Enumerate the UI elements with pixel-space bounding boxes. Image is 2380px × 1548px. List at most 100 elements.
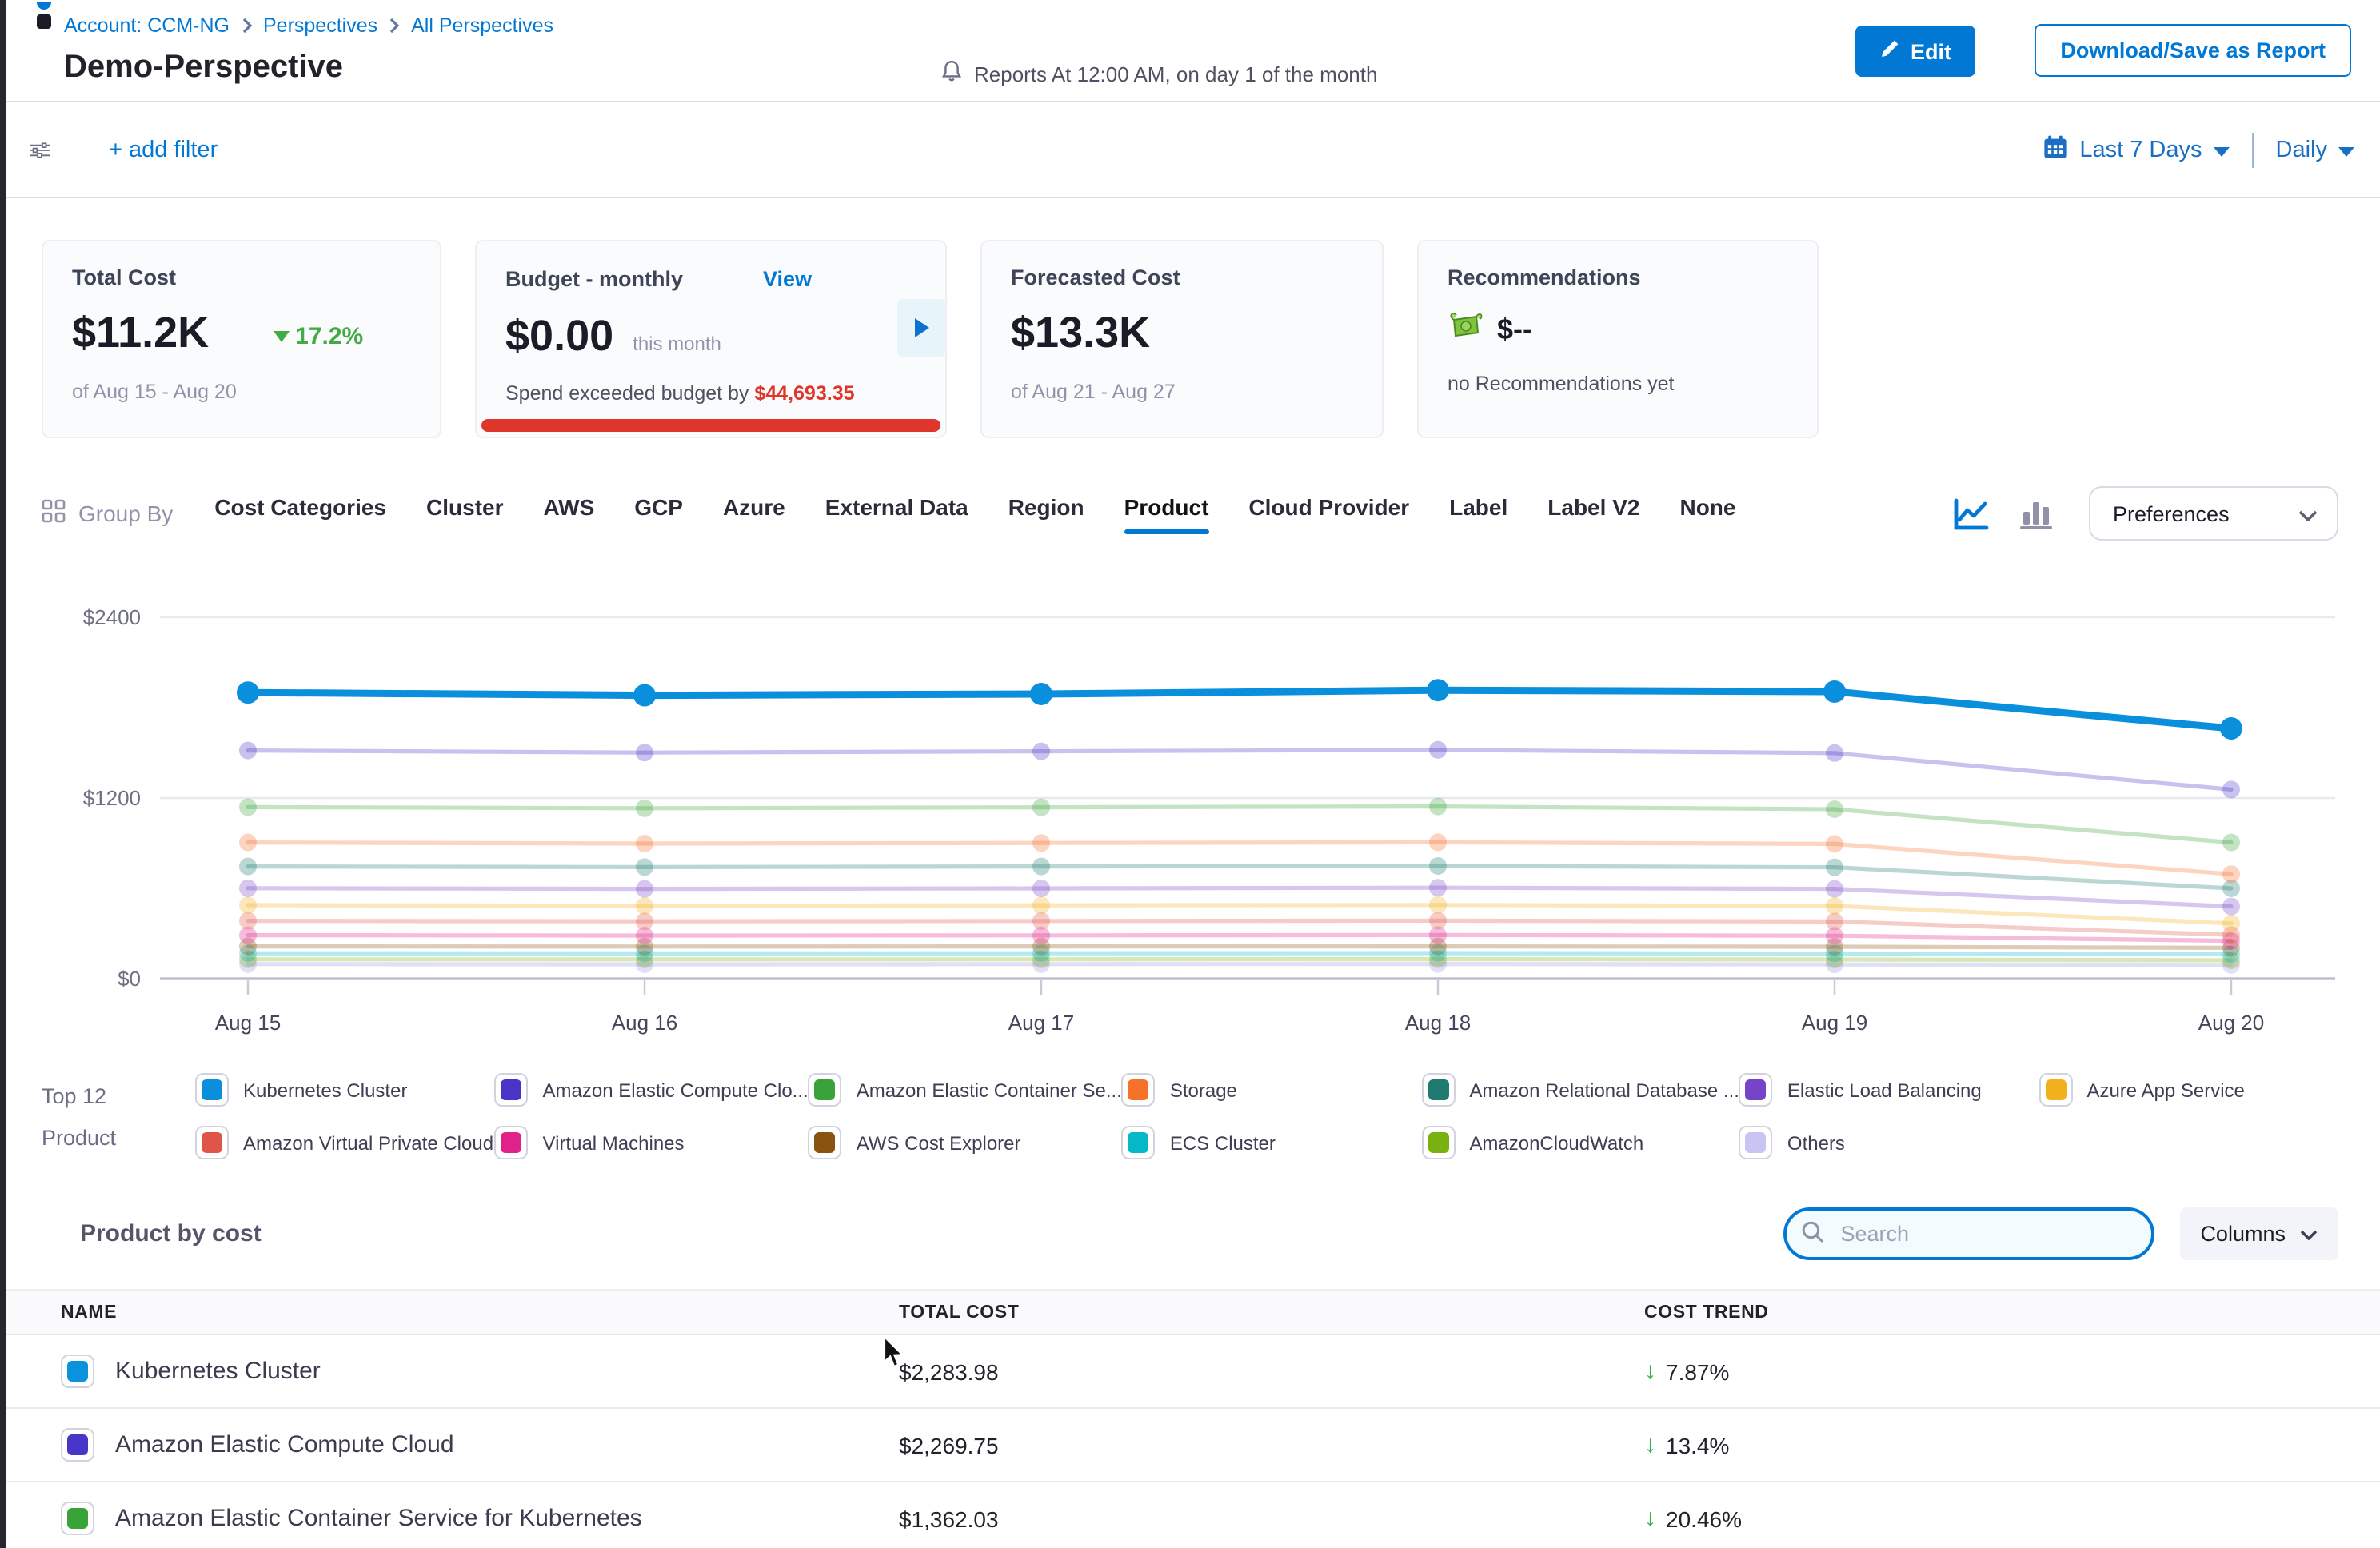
series-point-amazon-elastic-compute-cloud[interactable]	[2222, 780, 2240, 798]
series-point-elastic-load-balancing[interactable]	[239, 880, 257, 897]
series-point-azure-app-service[interactable]	[1429, 896, 1447, 914]
series-point-kubernetes-cluster[interactable]	[1030, 683, 1052, 705]
series-point-elastic-load-balancing[interactable]	[1429, 879, 1447, 896]
budget-expand-button[interactable]	[897, 299, 945, 357]
legend-item-amazon-elastic-container-se[interactable]: Amazon Elastic Container Se...	[809, 1073, 1122, 1107]
series-point-amazon-elastic-container-service-for-kubernetes[interactable]	[2222, 834, 2240, 852]
tab-aws[interactable]: AWS	[543, 493, 594, 533]
series-point-elastic-load-balancing[interactable]	[1826, 880, 1843, 898]
series-point-azure-app-service[interactable]	[239, 896, 257, 914]
series-point-amazon-relational-database-service[interactable]	[1429, 857, 1447, 875]
series-point-amazon-elastic-container-service-for-kubernetes[interactable]	[636, 800, 653, 817]
tab-cluster[interactable]: Cluster	[426, 493, 503, 533]
series-point-kubernetes-cluster[interactable]	[633, 684, 656, 707]
legend-item-others[interactable]: Others	[1739, 1126, 2039, 1159]
legend-item-aws-cost-explorer[interactable]: AWS Cost Explorer	[809, 1126, 1122, 1159]
series-point-amazon-elastic-compute-cloud[interactable]	[1826, 744, 1843, 762]
series-point-amazon-elastic-compute-cloud[interactable]	[1032, 743, 1050, 760]
x-tick-label: Aug 16	[612, 1011, 677, 1035]
search-input[interactable]	[1783, 1207, 2154, 1260]
tab-gcp[interactable]: GCP	[634, 493, 683, 533]
tab-product[interactable]: Product	[1124, 493, 1209, 533]
table-body: Kubernetes Cluster$2,283.98↓7.87%Amazon …	[0, 1335, 2380, 1548]
legend-item-elastic-load-balancing[interactable]: Elastic Load Balancing	[1739, 1073, 2039, 1107]
series-point-amazon-elastic-compute-cloud[interactable]	[636, 744, 653, 761]
series-point-amazon-virtual-private-cloud[interactable]	[1429, 912, 1447, 929]
legend-item-amazoncloudwatch[interactable]: AmazonCloudWatch	[1421, 1126, 1739, 1159]
legend-item-amazon-elastic-compute-clo[interactable]: Amazon Elastic Compute Clo...	[495, 1073, 809, 1107]
preferences-dropdown[interactable]: Preferences	[2089, 486, 2338, 541]
series-point-amazon-virtual-private-cloud[interactable]	[239, 912, 257, 930]
legend-item-virtual-machines[interactable]: Virtual Machines	[495, 1126, 809, 1159]
tab-region[interactable]: Region	[1008, 493, 1084, 533]
series-point-azure-app-service[interactable]	[636, 897, 653, 915]
download-button-label: Download/Save as Report	[2060, 38, 2326, 62]
add-filter-button[interactable]: + add filter	[99, 135, 227, 164]
series-point-azure-app-service[interactable]	[1032, 896, 1050, 914]
total-cost-trend-value: 17.2%	[295, 323, 363, 350]
tab-none[interactable]: None	[1679, 493, 1735, 533]
series-point-amazon-relational-database-service[interactable]	[636, 858, 653, 876]
columns-label: Columns	[2200, 1222, 2286, 1246]
series-point-elastic-load-balancing[interactable]	[2222, 898, 2240, 916]
series-point-kubernetes-cluster[interactable]	[1427, 679, 1449, 701]
budget-view-link[interactable]: View	[753, 265, 821, 293]
series-point-amazon-virtual-private-cloud[interactable]	[1032, 912, 1050, 930]
series-point-amazon-relational-database-service[interactable]	[239, 858, 257, 876]
bar-chart-icon[interactable]	[2019, 497, 2054, 530]
series-point-amazon-relational-database-service[interactable]	[1826, 859, 1843, 876]
series-point-amazon-relational-database-service[interactable]	[1032, 858, 1050, 876]
series-point-kubernetes-cluster[interactable]	[2220, 717, 2242, 740]
series-point-azure-app-service[interactable]	[2222, 915, 2240, 932]
tab-cloud-provider[interactable]: Cloud Provider	[1248, 493, 1409, 533]
series-point-amazon-elastic-container-service-for-kubernetes[interactable]	[239, 798, 257, 816]
legend-item-ecs-cluster[interactable]: ECS Cluster	[1122, 1126, 1422, 1159]
series-point-storage[interactable]	[2222, 865, 2240, 883]
legend-swatch	[1122, 1126, 1156, 1159]
series-point-elastic-load-balancing[interactable]	[1032, 880, 1050, 897]
edit-button[interactable]: Edit	[1855, 26, 1975, 77]
granularity-dropdown[interactable]: Daily	[2276, 137, 2354, 162]
date-range-dropdown[interactable]: Last 7 Days	[2043, 134, 2229, 166]
filter-sliders-icon[interactable]	[19, 129, 61, 170]
series-point-amazon-elastic-compute-cloud[interactable]	[1429, 741, 1447, 759]
series-point-kubernetes-cluster[interactable]	[237, 681, 259, 704]
series-point-amazon-elastic-container-service-for-kubernetes[interactable]	[1429, 798, 1447, 816]
series-point-amazon-elastic-compute-cloud[interactable]	[239, 742, 257, 760]
tab-azure[interactable]: Azure	[723, 493, 785, 533]
table-row[interactable]: Kubernetes Cluster$2,283.98↓7.87%	[0, 1335, 2380, 1409]
legend-item-amazon-virtual-private-cloud[interactable]: Amazon Virtual Private Cloud	[195, 1126, 495, 1159]
legend-item-storage[interactable]: Storage	[1122, 1073, 1422, 1107]
series-point-storage[interactable]	[239, 834, 257, 852]
pencil-icon	[1879, 38, 1899, 64]
total-cost-title: Total Cost	[72, 265, 411, 289]
table-row[interactable]: Amazon Elastic Compute Cloud$2,269.75↓13…	[0, 1409, 2380, 1482]
cost-line-chart[interactable]: $2400$1200$0Aug 15Aug 16Aug 17Aug 18Aug …	[0, 585, 2380, 1060]
table-row[interactable]: Amazon Elastic Container Service for Kub…	[0, 1482, 2380, 1548]
tab-cost-categories[interactable]: Cost Categories	[214, 493, 386, 533]
tab-label-v2[interactable]: Label V2	[1547, 493, 1639, 533]
series-point-amazon-virtual-private-cloud[interactable]	[1826, 912, 1843, 930]
series-point-storage[interactable]	[1429, 833, 1447, 851]
tab-label[interactable]: Label	[1449, 493, 1507, 533]
series-point-storage[interactable]	[1032, 834, 1050, 852]
breadcrumb-perspectives-link[interactable]: Perspectives	[263, 14, 377, 37]
series-point-kubernetes-cluster[interactable]	[1823, 680, 1846, 703]
series-point-amazon-elastic-container-service-for-kubernetes[interactable]	[1826, 800, 1843, 818]
legend-item-amazon-relational-database[interactable]: Amazon Relational Database ...	[1421, 1073, 1739, 1107]
series-point-elastic-load-balancing[interactable]	[636, 880, 653, 898]
tab-external-data[interactable]: External Data	[825, 493, 968, 533]
series-point-azure-app-service[interactable]	[1826, 897, 1843, 915]
breadcrumb-account-link[interactable]: Account: CCM-NG	[64, 14, 230, 37]
series-point-storage[interactable]	[1826, 835, 1843, 852]
chevron-down-icon	[2300, 1222, 2318, 1246]
breadcrumb-all-perspectives-link[interactable]: All Perspectives	[411, 14, 553, 37]
series-point-amazon-virtual-private-cloud[interactable]	[636, 912, 653, 930]
download-save-report-button[interactable]: Download/Save as Report	[2035, 24, 2351, 77]
legend-item-kubernetes-cluster[interactable]: Kubernetes Cluster	[195, 1073, 495, 1107]
series-point-storage[interactable]	[636, 835, 653, 852]
legend-item-azure-app-service[interactable]: Azure App Service	[2039, 1073, 2338, 1107]
columns-dropdown[interactable]: Columns	[2179, 1207, 2338, 1260]
line-chart-icon[interactable]	[1953, 497, 1990, 530]
series-point-amazon-elastic-container-service-for-kubernetes[interactable]	[1032, 799, 1050, 816]
